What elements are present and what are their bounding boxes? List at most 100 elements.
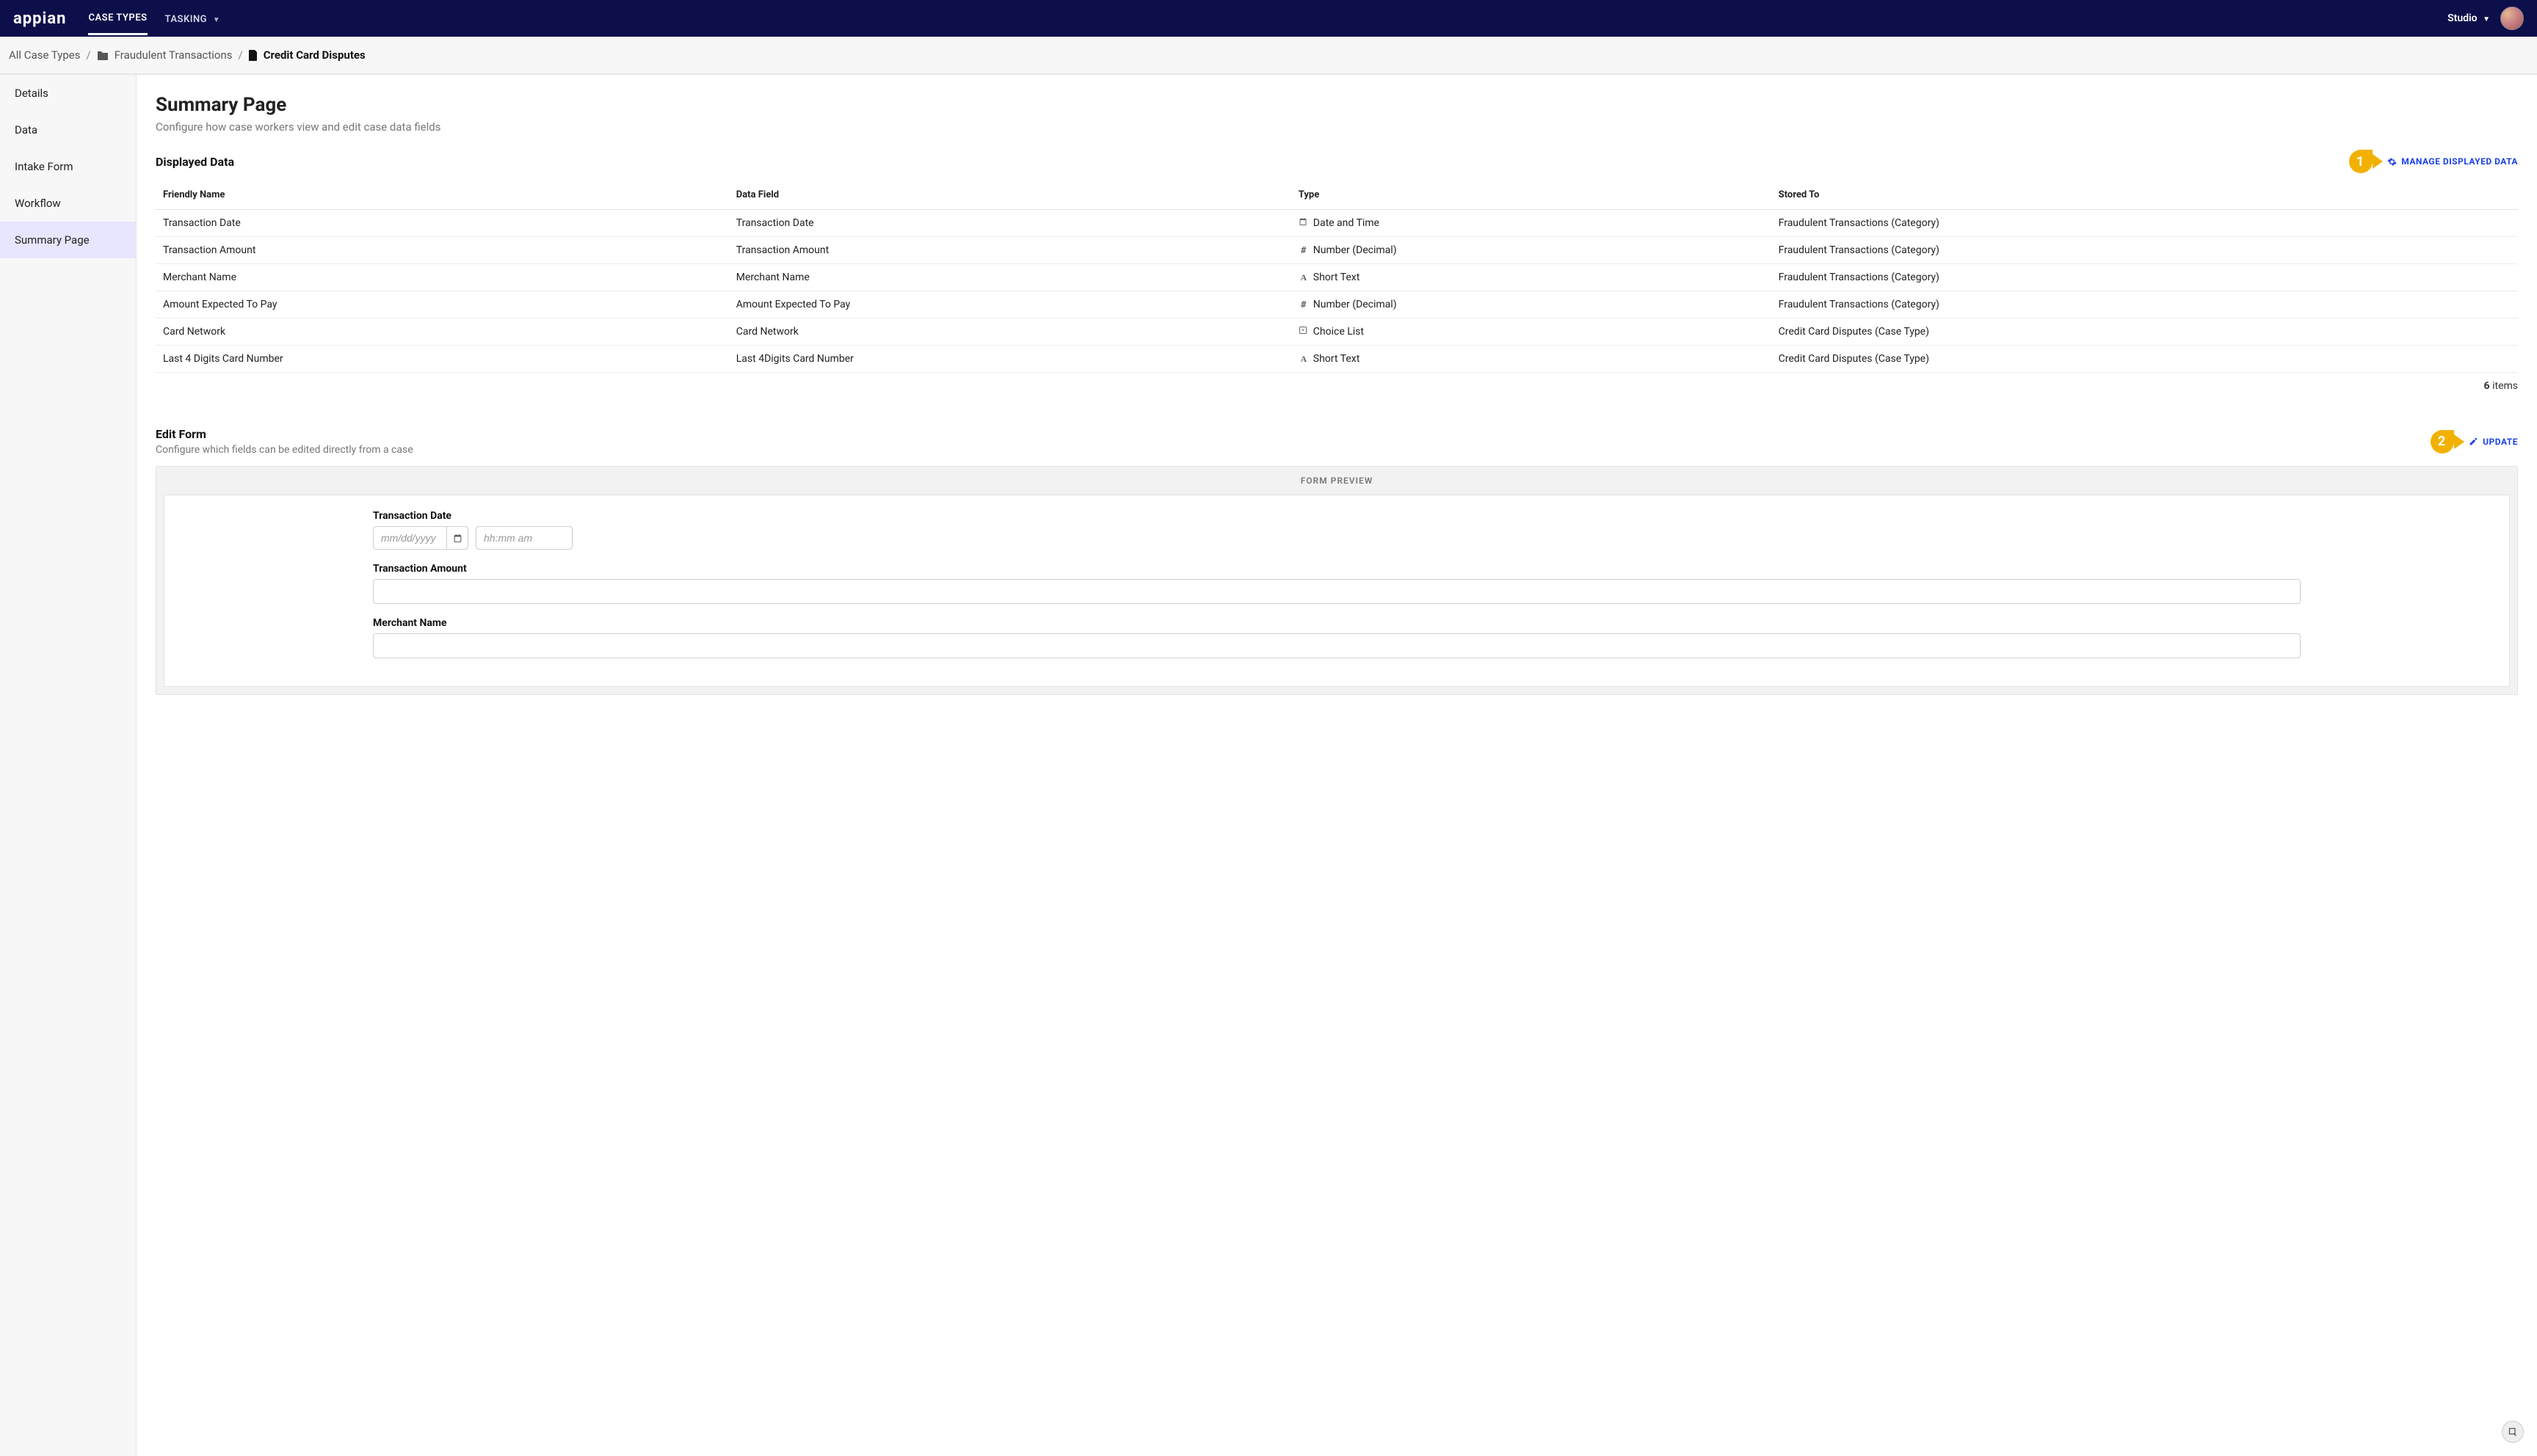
breadcrumb-separator: / [87,48,91,62]
tab-label: CASE TYPES [88,12,147,23]
manage-displayed-data-link[interactable]: MANAGE DISPLAYED DATA [2387,156,2518,167]
cell-stored-to: Credit Card Disputes (Case Type) [1771,346,2518,373]
field-transaction-date: Transaction Date [373,510,2301,550]
choice-icon [1299,326,1309,335]
edit-form-title: Edit Form [156,427,413,441]
breadcrumb-category[interactable]: Fraudulent Transactions [115,48,233,62]
sidebar-item-data[interactable]: Data [0,112,136,148]
sidebar: Details Data Intake Form Workflow Summar… [0,75,137,1456]
avatar[interactable] [2500,7,2524,30]
app-switcher-label: Studio [2447,12,2478,24]
table-row: Merchant NameMerchant NameAShort TextFra… [156,264,2518,291]
calendar-button[interactable] [446,526,468,550]
form-preview-panel: Transaction Date [164,495,2510,687]
transaction-amount-input[interactable] [373,579,2301,604]
col-data-field: Data Field [729,181,1291,210]
page-description: Configure how case workers view and edit… [156,120,2518,134]
breadcrumb: All Case Types / Fraudulent Transactions… [0,37,2537,74]
cell-friendly-name: Transaction Amount [156,237,729,264]
breadcrumb-separator: / [239,48,243,62]
cell-data-field: Merchant Name [729,264,1291,291]
text-icon: A [1299,272,1309,283]
appian-logo: appian [13,10,66,28]
item-count: 6 items [156,380,2518,392]
sidebar-item-details[interactable]: Details [0,75,136,112]
cell-stored-to: Fraudulent Transactions (Category) [1771,237,2518,264]
tab-tasking[interactable]: TASKING ▼ [165,3,221,34]
breadcrumb-root[interactable]: All Case Types [9,48,81,62]
cell-friendly-name: Transaction Date [156,210,729,237]
transaction-time-input[interactable] [476,526,573,550]
chevron-down-icon: ▼ [213,16,220,24]
calendar-icon [1299,217,1309,226]
sidebar-item-summary-page[interactable]: Summary Page [0,222,136,258]
update-form-link[interactable]: UPDATE [2469,437,2518,447]
table-row: Transaction DateTransaction DateDate and… [156,210,2518,237]
hash-icon: # [1299,245,1309,255]
folder-icon [97,50,109,60]
col-type: Type [1291,181,1771,210]
sidebar-item-label: Details [15,87,48,100]
field-label: Merchant Name [373,617,2301,629]
merchant-name-input[interactable] [373,633,2301,658]
field-transaction-amount: Transaction Amount [373,563,2301,604]
cell-stored-to: Credit Card Disputes (Case Type) [1771,318,2518,346]
table-row: Last 4 Digits Card NumberLast 4Digits Ca… [156,346,2518,373]
main-layout: Details Data Intake Form Workflow Summar… [0,74,2537,1456]
cell-friendly-name: Card Network [156,318,729,346]
cell-data-field: Last 4Digits Card Number [729,346,1291,373]
form-preview-header: FORM PREVIEW [156,467,2517,495]
page-title: Summary Page [156,94,2518,116]
sidebar-item-label: Intake Form [15,160,73,173]
field-label: Transaction Amount [373,563,2301,575]
cell-stored-to: Fraudulent Transactions (Category) [1771,210,2518,237]
content-area: Summary Page Configure how case workers … [137,75,2537,1456]
document-icon [249,50,258,61]
cursor-icon [2508,1427,2519,1438]
form-preview-container: FORM PREVIEW Transaction Date [156,466,2518,695]
cell-friendly-name: Last 4 Digits Card Number [156,346,729,373]
cell-data-field: Transaction Amount [729,237,1291,264]
cell-type: AShort Text [1291,264,1771,291]
cell-stored-to: Fraudulent Transactions (Category) [1771,291,2518,318]
field-label: Transaction Date [373,510,2301,522]
item-count-label: items [2492,380,2518,392]
tab-label: TASKING [165,14,208,25]
update-label: UPDATE [2483,437,2518,447]
col-stored-to: Stored To [1771,181,2518,210]
chevron-down-icon: ▼ [2483,15,2490,23]
hash-icon: # [1299,299,1309,310]
date-input-group [373,526,468,550]
displayed-data-title: Displayed Data [156,155,234,169]
sidebar-item-label: Summary Page [15,233,90,247]
table-row: Transaction AmountTransaction Amount#Num… [156,237,2518,264]
edit-form-section: Edit Form Configure which fields can be … [156,427,2518,695]
app-switcher[interactable]: Studio ▼ [2447,12,2490,24]
calendar-icon [453,534,462,543]
edit-form-header: Edit Form Configure which fields can be … [156,427,2518,456]
cell-type: AShort Text [1291,346,1771,373]
sidebar-item-workflow[interactable]: Workflow [0,185,136,222]
edit-icon [2469,437,2478,446]
cell-type: #Number (Decimal) [1291,291,1771,318]
step-callout-2: 2 [2431,430,2454,454]
transaction-date-input[interactable] [373,526,446,550]
step-callout-1: 1 [2349,150,2373,173]
cell-friendly-name: Amount Expected To Pay [156,291,729,318]
edit-form-description: Configure which fields can be edited dir… [156,444,413,456]
table-header-row: Friendly Name Data Field Type Stored To [156,181,2518,210]
help-floating-button[interactable] [2502,1421,2524,1443]
cell-type: #Number (Decimal) [1291,237,1771,264]
sidebar-item-intake-form[interactable]: Intake Form [0,148,136,185]
gear-icon [2387,157,2397,167]
sidebar-item-label: Data [15,123,37,136]
tab-case-types[interactable]: CASE TYPES [88,1,147,35]
cell-type: Choice List [1291,318,1771,346]
manage-displayed-data-label: MANAGE DISPLAYED DATA [2401,156,2518,167]
cell-stored-to: Fraudulent Transactions (Category) [1771,264,2518,291]
sidebar-item-label: Workflow [15,197,61,210]
table-row: Amount Expected To PayAmount Expected To… [156,291,2518,318]
field-merchant-name: Merchant Name [373,617,2301,658]
cell-friendly-name: Merchant Name [156,264,729,291]
displayed-data-header: Displayed Data 1 MANAGE DISPLAYED DATA [156,150,2518,173]
